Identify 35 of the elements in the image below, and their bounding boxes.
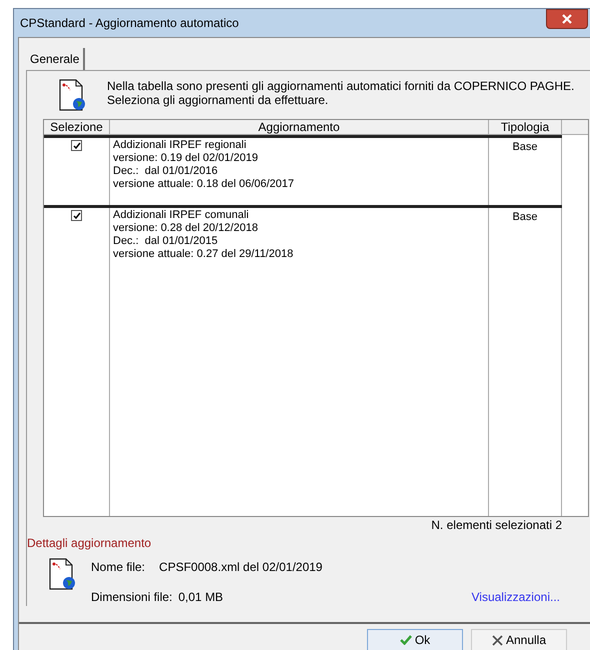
update-detail: versione attuale: 0.18 del 06/06/2017 bbox=[113, 178, 296, 191]
check-icon bbox=[72, 142, 80, 150]
close-button[interactable] bbox=[546, 9, 588, 29]
update-detail: Addizionali IRPEF regionali bbox=[113, 139, 248, 152]
section-title: Dettagli aggiornamento bbox=[27, 535, 152, 552]
document-globe-icon bbox=[47, 558, 77, 592]
close-icon bbox=[562, 14, 572, 24]
check-icon bbox=[72, 212, 80, 220]
table-cell-text: Base bbox=[512, 140, 538, 155]
document-globe-icon bbox=[57, 79, 87, 113]
intro-text: Seleziona gli aggiornamenti da effettuare. bbox=[107, 93, 330, 107]
update-detail: versione attuale: 0.27 del 29/11/2018 bbox=[113, 248, 294, 261]
close-icon bbox=[492, 634, 503, 646]
update-detail: Dec.: dal 01/01/2016 bbox=[113, 165, 219, 178]
table-cell-text: Base bbox=[512, 210, 538, 225]
check-icon bbox=[400, 635, 412, 645]
checkbox[interactable] bbox=[71, 140, 82, 151]
update-detail: Dec.: dal 01/01/2015 bbox=[113, 235, 219, 248]
update-detail: Addizionali IRPEF comunali bbox=[113, 209, 250, 222]
column-header[interactable]: Tipologia bbox=[489, 120, 562, 134]
view-link[interactable]: Visualizzazioni... bbox=[472, 588, 560, 606]
update-detail: versione: 0.28 del 20/12/2018 bbox=[113, 222, 259, 235]
checkbox[interactable] bbox=[71, 210, 82, 221]
cancel-button[interactable]: Annulla bbox=[471, 629, 567, 650]
field-value: CPSF0008.xml del 02/01/2019 bbox=[159, 559, 322, 576]
window-title: CPStandard - Aggiornamento automatico bbox=[20, 15, 239, 32]
field-label: Dimensioni file: bbox=[91, 589, 172, 606]
field-value: 0,01 MB bbox=[178, 589, 224, 606]
intro-text: Nella tabella sono presenti gli aggiornamenti automatici forniti da COPERNICO PAGHE. bbox=[107, 79, 574, 93]
selected-count: N. elementi selezionati 2 bbox=[431, 517, 562, 534]
ok-button[interactable]: Ok bbox=[367, 629, 463, 650]
column-header[interactable]: Selezione bbox=[44, 120, 110, 134]
field-label: Nome file: bbox=[91, 559, 146, 576]
column-header[interactable]: Aggiornamento bbox=[110, 120, 489, 134]
update-detail: versione: 0.19 del 02/01/2019 bbox=[113, 152, 259, 165]
